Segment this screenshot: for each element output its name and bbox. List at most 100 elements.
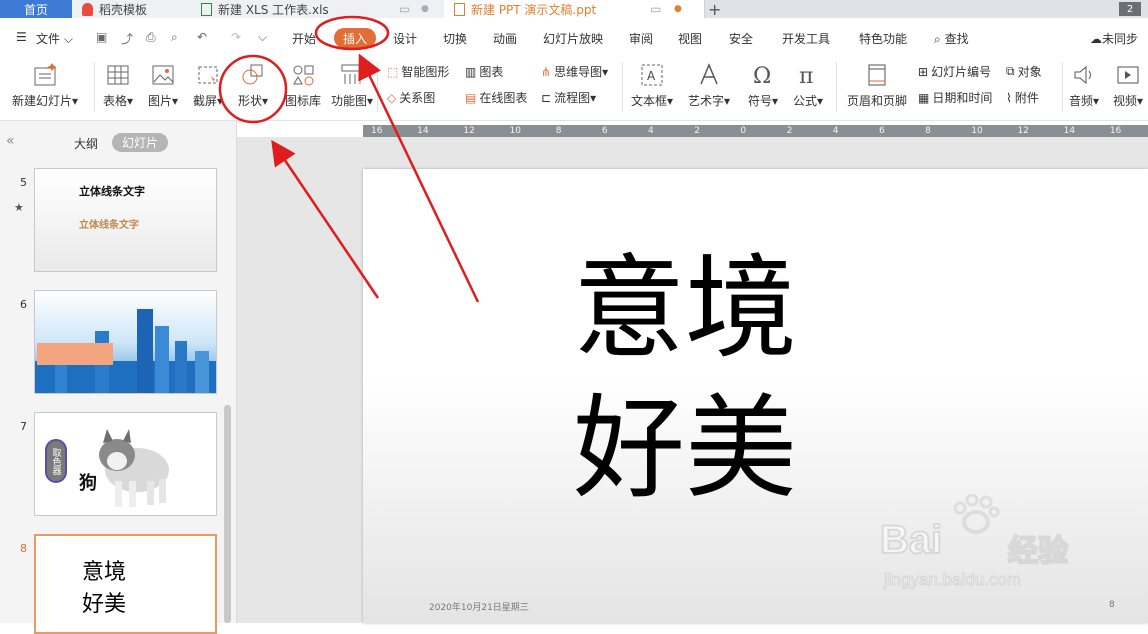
symbol-button[interactable]: Ω 符号▾ xyxy=(748,62,778,109)
menu-security[interactable]: 安全 xyxy=(729,30,753,47)
picture-label: 图片 xyxy=(148,94,173,108)
tab-home-label: 首页 xyxy=(23,2,48,17)
menu-slideshow[interactable]: 幻灯片放映 xyxy=(543,30,603,47)
audio-button[interactable]: 音频▾ xyxy=(1069,62,1099,109)
ruler-tick-label: 16 xyxy=(371,126,383,136)
menu-file-label: 文件 xyxy=(36,32,61,46)
horizontal-ruler[interactable]: 16 14 12 10 8 6 4 2 0 2 4 6 8 10 12 14 16 xyxy=(363,125,1148,137)
collapse-panel-icon[interactable]: « xyxy=(6,133,15,149)
tab-outline[interactable]: 大纲 xyxy=(74,135,98,152)
output-icon[interactable]: ⤴ xyxy=(121,30,133,47)
new-tab-button[interactable]: + xyxy=(708,0,722,19)
object-icon: ⧉ xyxy=(1006,64,1015,78)
icon-library-button[interactable]: 图标库 xyxy=(285,62,321,109)
formula-button[interactable]: π 公式▾ xyxy=(793,62,823,109)
more-dropdown-icon[interactable]: ⌵ xyxy=(258,30,267,45)
tab-home[interactable]: 首页 xyxy=(0,0,72,18)
menu-view[interactable]: 视图 xyxy=(678,30,702,47)
smart-art-label: 智能图形 xyxy=(401,65,450,79)
slide8-line2: 好美 xyxy=(82,592,127,617)
slide-thumb-7[interactable]: 取色器 狗 xyxy=(34,412,217,516)
slide5-title: 立体线条文字 xyxy=(79,185,145,198)
search-button[interactable]: ⌕ 查找 xyxy=(934,30,969,47)
monitor-icon[interactable]: ▭ xyxy=(399,2,410,16)
save-icon[interactable]: ▣ xyxy=(96,30,107,44)
picture-button[interactable]: 图片▾ xyxy=(148,62,178,109)
relation-button[interactable]: ◇ 关系图 xyxy=(387,89,435,106)
paperclip-icon: ⌇ xyxy=(1006,90,1012,105)
tab-slides[interactable]: 幻灯片 xyxy=(112,133,168,152)
print-preview-icon[interactable]: ⌕ xyxy=(171,30,178,45)
smart-art-button[interactable]: ⬚ 智能图形 xyxy=(387,63,449,80)
slide-panel: « 大纲 幻灯片 5 ★ 立体线条文字 立体线条文字 6 7 取色器 狗 8 意… xyxy=(0,121,237,634)
tab-xls-label: 新建 XLS 工作表.xls xyxy=(218,2,329,17)
date-time-button[interactable]: ▦ 日期和时间 xyxy=(918,89,992,106)
slide7-text: 狗 xyxy=(79,473,97,494)
art-text-icon xyxy=(700,63,718,85)
online-chart-label: 在线图表 xyxy=(479,91,528,105)
new-slide-button[interactable]: 新建幻灯片▾ xyxy=(12,62,78,109)
monitor-icon[interactable]: ▭ xyxy=(650,2,661,16)
online-chart-button[interactable]: ▤ 在线图表 xyxy=(465,89,527,106)
ruler-tick-label: 4 xyxy=(648,126,654,136)
slide-text-line2[interactable]: 好美 xyxy=(573,393,797,505)
animation-star-icon: ★ xyxy=(14,201,24,214)
print-icon[interactable]: ⎙ xyxy=(146,30,156,45)
textbox-button[interactable]: A 文本框▾ xyxy=(631,62,673,109)
menu-features[interactable]: 特色功能 xyxy=(859,30,907,47)
attachment-button[interactable]: ⌇ 附件 xyxy=(1006,89,1039,106)
header-footer-button[interactable]: 页眉和页脚 xyxy=(847,62,907,109)
menu-start[interactable]: 开始 xyxy=(292,30,316,47)
screenshot-icon xyxy=(198,66,218,84)
slide-number-button[interactable]: ⊞ 幻灯片编号 xyxy=(918,63,991,80)
slide-thumb-8[interactable]: 意境 好美 xyxy=(34,534,217,634)
function-chart-button[interactable]: 功能图▾ xyxy=(331,62,373,109)
ruler-tick-label: 14 xyxy=(1063,126,1076,136)
ruler-tick-label: 12 xyxy=(463,126,475,136)
new-tab-label: + xyxy=(708,0,722,19)
redo-icon[interactable]: ↷ xyxy=(231,30,241,44)
art-text-button[interactable]: 艺术字▾ xyxy=(688,62,730,109)
chart-button[interactable]: ▥ 图表 xyxy=(465,63,503,80)
slide-number-label: 幻灯片编号 xyxy=(931,65,992,79)
slide-thumb-5[interactable]: 立体线条文字 立体线条文字 xyxy=(34,168,217,272)
tab-xls[interactable]: 新建 XLS 工作表.xls ▭ ● xyxy=(191,0,454,18)
ruler-tick-label: 12 xyxy=(1017,126,1029,136)
slide-thumb-6[interactable] xyxy=(34,290,217,394)
sync-status[interactable]: ☁未同步 xyxy=(1090,30,1138,47)
watermark-brand: Bai xyxy=(879,517,943,563)
city-image xyxy=(35,309,216,393)
flowchart-button[interactable]: ⊏ 流程图 ▾ xyxy=(541,89,596,106)
hamburger-icon[interactable]: ☰ xyxy=(16,30,27,44)
undo-icon[interactable]: ↶ xyxy=(197,30,207,44)
slide-text-line1[interactable]: 意境 xyxy=(573,253,797,365)
video-button[interactable]: 视频▾ xyxy=(1113,62,1143,109)
menu-review[interactable]: 审阅 xyxy=(629,30,653,47)
shape-button[interactable]: 形状▾ xyxy=(238,62,268,109)
tab-ppt[interactable]: 新建 PPT 演示文稿.ppt ▭ ● xyxy=(444,0,705,18)
panel-scrollbar[interactable] xyxy=(224,405,231,623)
menu-animation[interactable]: 动画 xyxy=(493,30,517,47)
menu-design[interactable]: 设计 xyxy=(393,30,417,47)
textbox-label: 文本框 xyxy=(631,94,668,108)
menu-insert[interactable]: 插入 xyxy=(334,28,376,48)
window-count-badge[interactable]: 2 xyxy=(1119,2,1141,16)
slide-number: 7 xyxy=(20,420,27,433)
mindmap-button[interactable]: ⋔ 思维导图 ▾ xyxy=(541,63,608,80)
tab-template[interactable]: 稻壳模板 xyxy=(72,0,201,18)
menu-developer[interactable]: 开发工具 xyxy=(782,30,830,47)
ppt-file-icon xyxy=(454,2,465,16)
svg-text:A: A xyxy=(647,69,656,83)
slide-page-number: 8 xyxy=(1109,600,1115,610)
ribbon-insert: 新建幻灯片▾ 表格▾ 图片▾ 截屏▾ 形状▾ 图标库 功能图▾ ⬚ 智能图形 ▥ 图… xyxy=(0,56,1148,121)
flowchart-icon: ⊏ xyxy=(541,90,552,105)
header-footer-icon xyxy=(868,64,886,86)
chart-icon: ▥ xyxy=(465,64,477,79)
table-button[interactable]: 表格▾ xyxy=(103,62,133,109)
smart-art-icon: ⬚ xyxy=(387,64,399,79)
object-button[interactable]: ⧉ 对象 xyxy=(1006,63,1042,80)
slide8-line1: 意境 xyxy=(82,560,127,585)
screenshot-button[interactable]: 截屏▾ xyxy=(193,62,223,109)
menu-transition[interactable]: 切换 xyxy=(443,30,467,47)
menu-file[interactable]: 文件 ⌵ xyxy=(36,30,73,47)
